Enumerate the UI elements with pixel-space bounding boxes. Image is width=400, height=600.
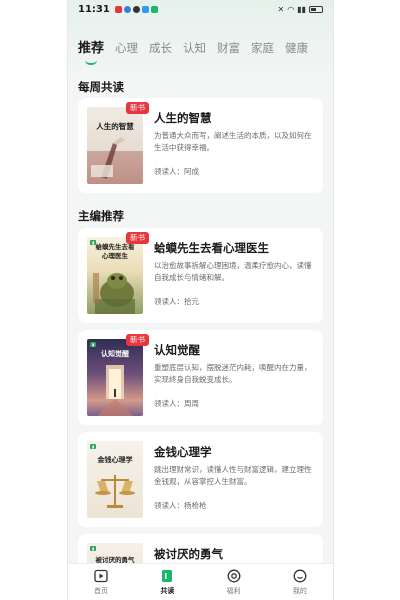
section-title-weekly: 每周共读 <box>78 80 124 94</box>
book-reader: 领读人：拾元 <box>154 297 199 306</box>
battery-icon <box>309 5 323 13</box>
book-cover: ▮ 认知觉醒 <box>87 339 143 416</box>
mute-icon: ✕ <box>277 4 285 14</box>
nav-welfare[interactable]: 福利 <box>201 564 267 600</box>
book-cover: 人生的智慧 <box>87 107 143 184</box>
tab-cognition[interactable]: 认知 <box>183 40 206 57</box>
nav-label: 福利 <box>226 587 241 595</box>
book-icon <box>162 570 173 582</box>
book-description: 以治愈故事拆解心理困境，温柔疗愈内心，读懂自我成长与情绪和解。 <box>154 261 312 282</box>
nav-read-together[interactable]: 共读 <box>134 564 200 600</box>
phone-screen: 11:31 ✕ ◠ ▮▮ 推荐 心理 成长 认知 财富 家庭 健康 每周共读 新… <box>67 0 334 600</box>
gift-circle-icon <box>227 569 241 583</box>
book-title: 认知觉醒 <box>154 343 200 357</box>
new-book-badge: 新书 <box>126 334 149 346</box>
book-description: 跳出理财常识，读懂人性与财富逻辑，建立理性金钱观，从容掌控人生财富。 <box>154 465 312 486</box>
book-card[interactable]: 新书 人生的智慧 人生的智慧 为普通大众而写，阐述生活的本质，以及如何在生活中获… <box>78 98 323 193</box>
book-reader: 领读人：杨枪枪 <box>154 501 207 510</box>
tab-recommend[interactable]: 推荐 <box>78 40 105 65</box>
notification-icon <box>123 5 131 13</box>
book-reader: 领读人：周周 <box>154 399 199 408</box>
active-tab-indicator <box>85 60 97 65</box>
book-cover: ▮ 蛤蟆先生去看心理医生 <box>87 237 143 314</box>
book-card[interactable]: 新书 ▮ 认知觉醒 认知觉醒 重塑底层认知，摆脱迷茫内耗，唤醒内在力量，实现终身… <box>78 330 323 425</box>
tab-growth[interactable]: 成长 <box>149 40 172 57</box>
cover-tag: ▮ <box>90 546 97 551</box>
book-description: 重塑底层认知，摆脱迷茫内耗，唤醒内在力量，实现终身自我蜕变成长。 <box>154 363 312 384</box>
book-title: 人生的智慧 <box>154 111 212 125</box>
book-title: 金钱心理学 <box>154 445 212 459</box>
category-tabs: 推荐 心理 成长 认知 财富 家庭 健康 <box>78 40 333 70</box>
book-title: 蛤蟆先生去看心理医生 <box>154 241 269 255</box>
tab-label: 推荐 <box>78 41 105 56</box>
cover-art <box>97 365 133 416</box>
play-square-icon <box>94 569 108 583</box>
book-cover: ▮ 金钱心理学 <box>87 441 143 518</box>
book-description: 为普通大众而写，阐述生活的本质，以及如何在生活中获得幸福。 <box>154 131 312 152</box>
section-title-editor: 主编推荐 <box>78 209 124 223</box>
tab-family[interactable]: 家庭 <box>251 40 274 57</box>
tab-health[interactable]: 健康 <box>285 40 308 57</box>
nav-label: 我的 <box>292 587 307 595</box>
signal-icon: ▮▮ <box>297 4 306 14</box>
notification-icon <box>141 5 149 13</box>
new-book-badge: 新书 <box>126 232 149 244</box>
smile-icon <box>293 569 307 583</box>
status-time: 11:31 <box>78 3 110 15</box>
nav-label: 共读 <box>160 587 175 595</box>
new-book-badge: 新书 <box>126 102 149 114</box>
notification-icon <box>150 5 158 13</box>
notification-icon <box>132 5 140 13</box>
wifi-icon: ◠ <box>287 4 295 14</box>
book-card[interactable]: 新书 ▮ 蛤蟆先生去看心理医生 蛤蟆先生去看心理医生 以治愈故事拆解心理困境，温… <box>78 228 323 323</box>
bottom-nav: 首页 共读 福利 我的 <box>68 563 333 600</box>
status-indicators: ✕ ◠ ▮▮ <box>277 4 323 14</box>
nav-home[interactable]: 首页 <box>68 564 134 600</box>
tab-wealth[interactable]: 财富 <box>217 40 240 57</box>
nav-mine[interactable]: 我的 <box>267 564 333 600</box>
cover-art <box>93 273 135 314</box>
cover-art <box>95 475 135 508</box>
cover-art <box>87 137 143 184</box>
nav-label: 首页 <box>94 587 109 595</box>
tab-psychology[interactable]: 心理 <box>115 40 138 57</box>
notification-icon <box>114 5 122 13</box>
book-title: 被讨厌的勇气 <box>154 547 223 561</box>
book-card[interactable]: ▮ 金钱心理学 金钱心理学 跳出理财常识，读懂人性与财富逻辑，建立理性金钱观，从… <box>78 432 323 527</box>
book-reader: 领读人：阿成 <box>154 167 199 176</box>
status-bar: 11:31 ✕ ◠ ▮▮ <box>68 0 333 18</box>
